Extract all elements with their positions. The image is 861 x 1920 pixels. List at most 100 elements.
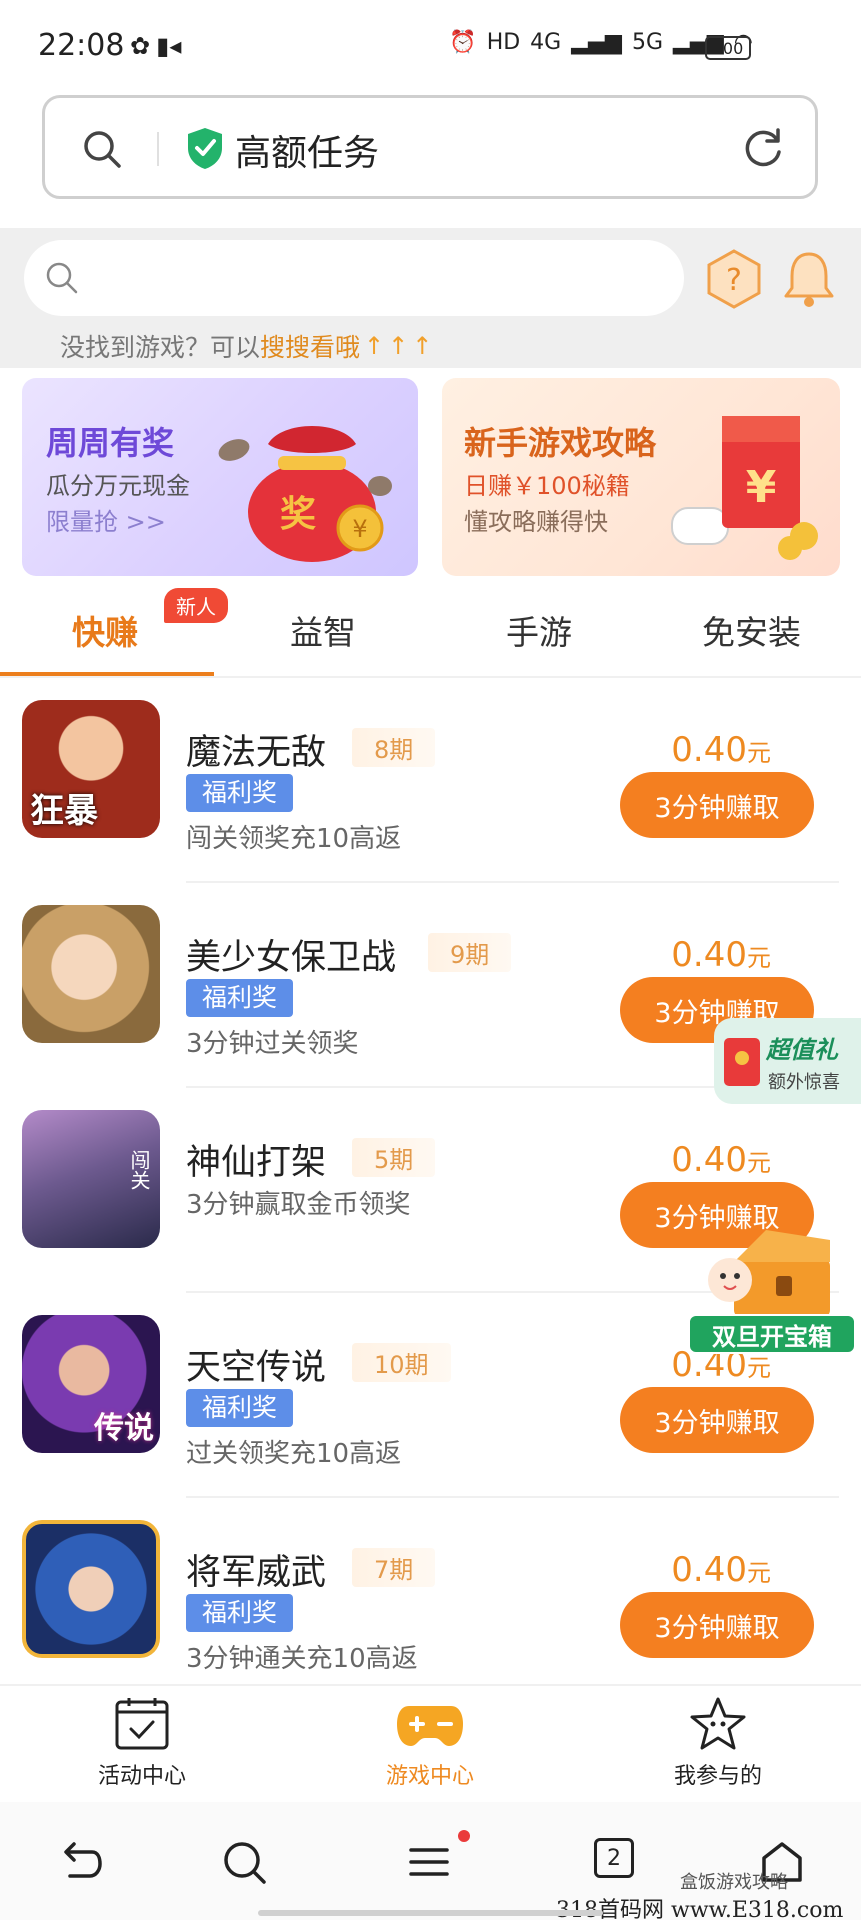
game-period: 7期 (352, 1548, 436, 1587)
category-tabs: 快赚 新人 益智 手游 免安装 (0, 588, 861, 676)
bottom-nav: 活动中心 游戏中心 我参与的 (0, 1684, 861, 1802)
signal-icon: ▂▄▆ (571, 30, 622, 55)
game-reward: 0.40元 (671, 935, 771, 975)
status-bar: 22:08 ✿ ▮◂ ⏰ HD 4G ▂▄▆ 5G ▂▄▆ ◠ 100 (0, 0, 861, 88)
new-user-badge: 新人 (164, 588, 228, 623)
earn-button[interactable]: 3分钟赚取 (620, 1387, 814, 1453)
url-divider (157, 132, 159, 166)
search-icon (46, 262, 78, 294)
back-icon[interactable] (56, 1838, 104, 1886)
nav-activity-center[interactable]: 活动中心 (42, 1696, 242, 1790)
nav-game-center[interactable]: 游戏中心 (330, 1696, 530, 1790)
game-name: 将军威武 (186, 1553, 327, 1593)
banner-subtitle: 日赚￥100秘籍 (464, 472, 630, 500)
svg-text:?: ? (726, 263, 742, 298)
earn-button[interactable]: 3分钟赚取 (620, 772, 814, 838)
game-name: 美少女保卫战 (186, 938, 397, 978)
nav-label: 活动中心 (97, 1764, 186, 1789)
game-period: 5期 (352, 1138, 436, 1177)
search-icon[interactable] (81, 128, 123, 170)
game-tag: 福利奖 (186, 774, 294, 812)
battery-icon: 100 (705, 36, 751, 60)
game-name: 天空传说 (186, 1348, 327, 1388)
treasure-chest-icon (708, 1230, 830, 1318)
help-icon[interactable]: ? (704, 248, 764, 310)
game-desc: 过关领奖充10高返 (186, 1439, 402, 1469)
floating-gift-widget[interactable]: 超值礼 额外惊喜 (714, 1018, 861, 1104)
search-input[interactable] (24, 240, 684, 316)
menu-icon[interactable] (405, 1838, 453, 1886)
game-icon: 狂暴 (22, 700, 160, 838)
game-period: 10期 (352, 1343, 451, 1382)
floating-chest-widget[interactable]: 双旦开宝箱 (684, 1222, 861, 1358)
svg-text:¥: ¥ (352, 515, 367, 543)
alarm-icon: ⏰ (449, 30, 477, 55)
star-icon (690, 1697, 746, 1750)
nav-label: 游戏中心 (385, 1764, 474, 1789)
video-icon: ▮◂ (156, 32, 182, 60)
gift-subtitle: 额外惊喜 (768, 1072, 840, 1093)
hd-label: HD (486, 30, 521, 55)
game-tag: 福利奖 (186, 1594, 294, 1632)
page-title: 高额任务 (235, 133, 380, 174)
calendar-check-icon (115, 1698, 169, 1750)
banner-weekly-prize[interactable]: 周周有奖 瓜分万元现金 限量抢 >> 奖 ¥ (22, 378, 418, 576)
game-icon (22, 905, 160, 1043)
tab-count: 2 (594, 1838, 634, 1878)
game-tag: 福利奖 (186, 1389, 294, 1427)
gamepad-icon (397, 1706, 463, 1746)
game-desc: 3分钟过关领奖 (186, 1029, 359, 1059)
search-icon[interactable] (220, 1838, 268, 1886)
tab-no-install[interactable]: 免安装 (702, 606, 801, 654)
tab-puzzle[interactable]: 益智 (290, 606, 356, 654)
banner-title: 周周有奖 (46, 424, 175, 462)
game-icon (22, 1520, 160, 1658)
gift-title: 超值礼 (766, 1036, 838, 1064)
shield-check-icon (188, 128, 222, 169)
reload-icon[interactable] (741, 126, 785, 170)
game-desc: 闯关领奖充10高返 (186, 824, 402, 854)
game-item[interactable]: 狂暴 魔法无敌 8期 福利奖 闯关领奖充10高返 0.40元 3分钟赚取 (0, 678, 861, 883)
game-reward: 0.40元 (671, 1140, 771, 1180)
game-icon-text: 狂暴 (30, 791, 98, 831)
red-envelope-icon: ¥ (671, 416, 818, 560)
game-reward: 0.40元 (671, 1550, 771, 1590)
earn-button[interactable]: 3分钟赚取 (620, 1592, 814, 1658)
svg-text:¥: ¥ (746, 462, 777, 513)
tabs-button[interactable]: 2 (594, 1838, 642, 1886)
game-period: 9期 (428, 933, 512, 972)
tab-mobile-games[interactable]: 手游 (506, 606, 572, 654)
status-app-icons: ✿ ▮◂ (130, 32, 181, 60)
search-hint-link[interactable]: 搜搜看哦 (260, 328, 360, 364)
game-period: 8期 (352, 728, 436, 767)
banner-subtitle: 瓜分万元现金 (46, 472, 190, 500)
banner-action: 限量抢 >> (46, 508, 166, 536)
network-5g-label: 5G (631, 30, 664, 55)
search-hint-text: 没找到游戏？可以 (60, 333, 261, 362)
game-name: 神仙打架 (186, 1143, 327, 1183)
tab-quick-earn[interactable]: 快赚 (72, 606, 138, 654)
arrow-up-icon: ↑ (388, 332, 409, 360)
game-list: 狂暴 魔法无敌 8期 福利奖 闯关领奖充10高返 0.40元 3分钟赚取 美少女… (0, 678, 861, 1682)
game-desc: 3分钟通关充10高返 (186, 1644, 418, 1674)
red-packet-icon (724, 1038, 760, 1086)
game-desc: 3分钟赢取金币领奖 (186, 1190, 411, 1220)
game-icon: 传说 (22, 1315, 160, 1453)
money-bag-icon: 奖 ¥ (218, 426, 392, 562)
watermark-text: 盒饭游戏攻略 (680, 1872, 788, 1893)
game-icon: 闯关 (22, 1110, 160, 1248)
game-item[interactable]: 将军威武 7期 福利奖 3分钟通关充10高返 0.40元 3分钟赚取 (0, 1498, 861, 1682)
url-bar[interactable]: 高额任务 (42, 95, 818, 199)
banner-newbie-guide[interactable]: 新手游戏攻略 日赚￥100秘籍 懂攻略赚得快 ¥ (442, 378, 840, 576)
nav-my-participation[interactable]: 我参与的 (618, 1696, 818, 1790)
wechat-icon: ✿ (130, 32, 151, 60)
banner-title: 新手游戏攻略 (464, 424, 657, 462)
home-indicator[interactable] (258, 1910, 603, 1916)
search-hint: 没找到游戏？可以 搜搜看哦 ↑ ↑ ↑ (60, 328, 432, 364)
bell-icon[interactable] (780, 248, 838, 310)
nav-label: 我参与的 (673, 1764, 762, 1789)
network-4g-label: 4G (530, 30, 562, 55)
game-icon-text: 闯关 (127, 1150, 151, 1190)
game-icon-text: 传说 (94, 1411, 154, 1446)
game-name: 魔法无敌 (186, 733, 327, 773)
